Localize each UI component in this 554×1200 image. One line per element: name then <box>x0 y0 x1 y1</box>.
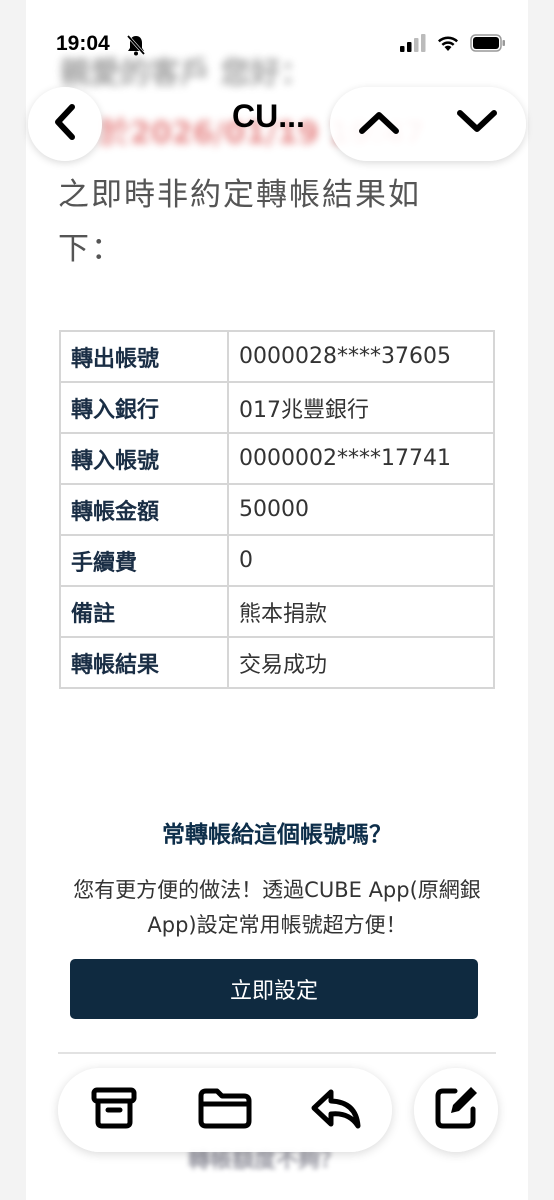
archive-icon <box>90 1086 138 1134</box>
divider <box>58 1052 496 1054</box>
chevron-left-icon <box>50 102 80 146</box>
row-label: 轉帳金額 <box>59 483 229 536</box>
archive-button[interactable] <box>79 1075 149 1145</box>
reply-button[interactable] <box>301 1075 371 1145</box>
row-value: 50000 <box>227 483 495 536</box>
table-row: 轉帳結果 交易成功 <box>59 636 495 689</box>
row-value: 0 <box>227 534 495 587</box>
chevron-down-icon <box>455 107 499 141</box>
row-value: 0000002****17741 <box>227 432 495 485</box>
row-value: 017兆豐銀行 <box>227 381 495 434</box>
next-message-button[interactable] <box>442 94 512 154</box>
wifi-icon <box>436 34 460 56</box>
row-value: 熊本捐款 <box>227 585 495 638</box>
signal-icon <box>400 34 426 56</box>
row-label: 轉帳結果 <box>59 636 229 689</box>
previous-message-button[interactable] <box>344 94 414 154</box>
move-to-folder-button[interactable] <box>190 1075 260 1145</box>
row-label: 轉入銀行 <box>59 381 229 434</box>
row-label: 轉入帳號 <box>59 432 229 485</box>
folder-icon <box>197 1086 253 1134</box>
row-label: 手續費 <box>59 534 229 587</box>
row-label: 轉出帳號 <box>59 330 229 383</box>
compose-button[interactable] <box>414 1068 498 1152</box>
table-row: 備註 熊本捐款 <box>59 585 495 638</box>
nav-title: CU... <box>232 98 305 134</box>
table-row: 轉入帳號 0000002****17741 <box>59 432 495 485</box>
row-value: 交易成功 <box>227 636 495 689</box>
setup-now-button[interactable]: 立即設定 <box>70 959 478 1019</box>
reply-icon <box>309 1086 363 1134</box>
status-bar: 19:04 <box>0 0 554 88</box>
silent-bell-icon <box>126 34 146 60</box>
back-button[interactable] <box>28 87 102 161</box>
intro-text: 之即時非約定轉帳結果如下： <box>58 177 421 267</box>
mail-toolbar <box>58 1068 392 1152</box>
row-value: 0000028****37605 <box>227 330 495 383</box>
transfer-details-table: 轉出帳號 0000028****37605 轉入銀行 017兆豐銀行 轉入帳號 … <box>59 330 495 689</box>
table-row: 手續費 0 <box>59 534 495 587</box>
row-label: 備註 <box>59 585 229 638</box>
table-row: 轉帳金額 50000 <box>59 483 495 536</box>
promo-title: 常轉帳給這個帳號嗎？ <box>162 822 392 848</box>
status-icons <box>400 34 506 56</box>
promo-text: 您有更方便的做法！透過CUBE App(原網銀App)設定常用帳號超方便！ <box>73 878 481 937</box>
message-nav-arrows <box>330 87 526 161</box>
table-row: 轉入銀行 017兆豐銀行 <box>59 381 495 434</box>
status-time: 19:04 <box>56 32 110 55</box>
compose-icon <box>431 1083 481 1137</box>
table-row: 轉出帳號 0000028****37605 <box>59 330 495 383</box>
chevron-up-icon <box>357 107 401 141</box>
battery-icon <box>470 34 506 56</box>
